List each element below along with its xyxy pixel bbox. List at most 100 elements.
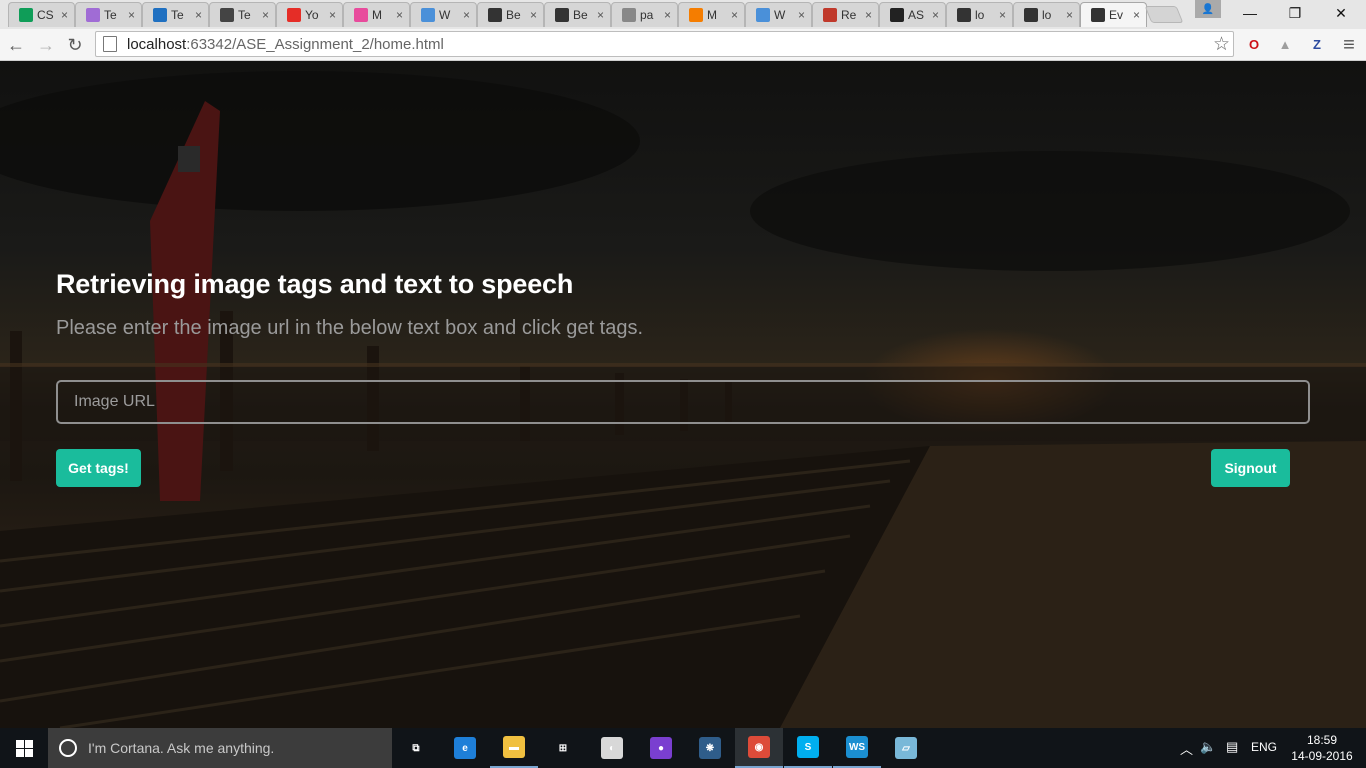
compass-icon: ◐: [601, 737, 623, 759]
browser-tab[interactable]: W ×: [745, 2, 812, 27]
tab-title: pa: [640, 8, 654, 22]
profile-icon[interactable]: 👤: [1195, 0, 1221, 18]
page-title: Retrieving image tags and text to speech: [56, 269, 574, 299]
webstorm-icon: [1024, 8, 1038, 22]
signout-button[interactable]: Signout: [1211, 449, 1290, 487]
get-tags-button[interactable]: Get tags!: [56, 449, 141, 487]
show-hidden-icons-icon[interactable]: ︿: [1180, 739, 1193, 758]
cortana-search-box[interactable]: I'm Cortana. Ask me anything.: [48, 728, 392, 768]
opera-icon[interactable]: O: [1244, 34, 1264, 54]
taskbar-app[interactable]: ▬: [490, 728, 538, 768]
volume-icon[interactable]: 🔈: [1200, 739, 1216, 755]
tab-close-icon[interactable]: ×: [731, 8, 738, 22]
browser-tab[interactable]: Ev ×: [1080, 2, 1147, 27]
taskbar-app[interactable]: ◉: [735, 728, 783, 768]
browser-tab[interactable]: W ×: [410, 2, 477, 27]
tab-close-icon[interactable]: ×: [932, 8, 939, 22]
tab-title: lo: [975, 8, 985, 22]
page-content: Retrieving image tags and text to speech…: [0, 61, 1366, 728]
skype-icon: S: [797, 736, 819, 758]
tab-title: Re: [841, 8, 857, 22]
restore-button[interactable]: ❐: [1272, 0, 1318, 26]
tree-app-icon: ❋: [699, 737, 721, 759]
taskbar-app[interactable]: ❋: [686, 728, 734, 768]
taskbar-app[interactable]: ⊞: [539, 728, 587, 768]
start-button[interactable]: [0, 728, 48, 768]
drive-icon[interactable]: ▲: [1275, 34, 1295, 54]
browser-tab[interactable]: M ×: [678, 2, 745, 27]
browser-tab[interactable]: lo ×: [1013, 2, 1080, 27]
taskbar-app[interactable]: ◐: [588, 728, 636, 768]
input-language[interactable]: ENG: [1251, 740, 1277, 754]
tab-close-icon[interactable]: ×: [664, 8, 671, 22]
minimize-button[interactable]: —: [1227, 0, 1273, 26]
url-host: localhost: [127, 35, 187, 53]
forward-icon[interactable]: →: [34, 33, 58, 57]
tab-close-icon[interactable]: ×: [61, 8, 68, 22]
browser-tab[interactable]: pa ×: [611, 2, 678, 27]
tab-close-icon[interactable]: ×: [262, 8, 269, 22]
tab-close-icon[interactable]: ×: [798, 8, 805, 22]
address-bar[interactable]: localhost:63342/ASE_Assignment_2/home.ht…: [95, 31, 1234, 57]
blogger-icon: [689, 8, 703, 22]
back-icon[interactable]: ←: [4, 33, 28, 57]
github-icon: [890, 8, 904, 22]
cortana-icon: [59, 739, 77, 757]
browser-tab[interactable]: M ×: [343, 2, 410, 27]
tab-close-icon[interactable]: ×: [1133, 8, 1140, 22]
codepen-icon: [488, 8, 502, 22]
new-tab-button[interactable]: [1144, 6, 1184, 23]
clock[interactable]: 18:59 14-09-2016: [1290, 732, 1354, 764]
browser-tab[interactable]: Te ×: [142, 2, 209, 27]
tab-close-icon[interactable]: ×: [195, 8, 202, 22]
browser-tab[interactable]: Be ×: [477, 2, 544, 27]
taskbar-app[interactable]: ⧉: [392, 728, 440, 768]
horizon-line: [0, 363, 1366, 367]
browser-tab[interactable]: Yo ×: [276, 2, 343, 27]
taskbar-app[interactable]: ●: [637, 728, 685, 768]
tab-close-icon[interactable]: ×: [1066, 8, 1073, 22]
taskbar-app[interactable]: S: [784, 728, 832, 768]
tab-list: CS × Te × Te × Te × Yo × M × W × Be × Be × pa × M × W × Re × AS × lo…: [8, 2, 1147, 29]
tab-title: W: [774, 8, 786, 22]
tab-close-icon[interactable]: ×: [396, 8, 403, 22]
browser-tab[interactable]: Re ×: [812, 2, 879, 27]
ibm-icon: [153, 8, 167, 22]
page-icon: [622, 8, 636, 22]
edge-icon: e: [454, 737, 476, 759]
close-window-button[interactable]: ✕: [1318, 0, 1364, 26]
image-url-input[interactable]: [56, 380, 1310, 424]
tab-title: M: [707, 8, 717, 22]
taskbar-app[interactable]: e: [441, 728, 489, 768]
shield-red-icon: [823, 8, 837, 22]
browser-tab[interactable]: AS ×: [879, 2, 946, 27]
tab-close-icon[interactable]: ×: [530, 8, 537, 22]
tab-title: Te: [171, 8, 184, 22]
reload-icon[interactable]: ↻: [63, 33, 87, 57]
file-explorer-icon: ▬: [503, 736, 525, 758]
tab-close-icon[interactable]: ×: [865, 8, 872, 22]
tab-title: Te: [238, 8, 251, 22]
tab-close-icon[interactable]: ×: [463, 8, 470, 22]
tab-title: CS: [37, 8, 54, 22]
taskbar-app[interactable]: WS: [833, 728, 881, 768]
chrome-icon: ◉: [748, 736, 770, 758]
taskbar-app[interactable]: ▱: [882, 728, 930, 768]
task-view-icon: ⧉: [412, 742, 420, 754]
action-center-icon[interactable]: ▤: [1226, 739, 1238, 755]
webstorm-icon: WS: [846, 736, 868, 758]
refresh-pink-icon: [354, 8, 368, 22]
browser-tab[interactable]: Te ×: [209, 2, 276, 27]
browser-tab[interactable]: lo ×: [946, 2, 1013, 27]
browser-tab[interactable]: CS ×: [8, 2, 75, 27]
tab-close-icon[interactable]: ×: [999, 8, 1006, 22]
bookmark-star-icon[interactable]: ☆: [1213, 33, 1230, 56]
tab-close-icon[interactable]: ×: [597, 8, 604, 22]
browser-tab[interactable]: Be ×: [544, 2, 611, 27]
tab-close-icon[interactable]: ×: [329, 8, 336, 22]
tab-close-icon[interactable]: ×: [128, 8, 135, 22]
browser-tab[interactable]: Te ×: [75, 2, 142, 27]
menu-icon[interactable]: ≡: [1337, 33, 1361, 57]
tab-title: Yo: [305, 8, 319, 22]
zotero-icon[interactable]: Z: [1307, 34, 1327, 54]
